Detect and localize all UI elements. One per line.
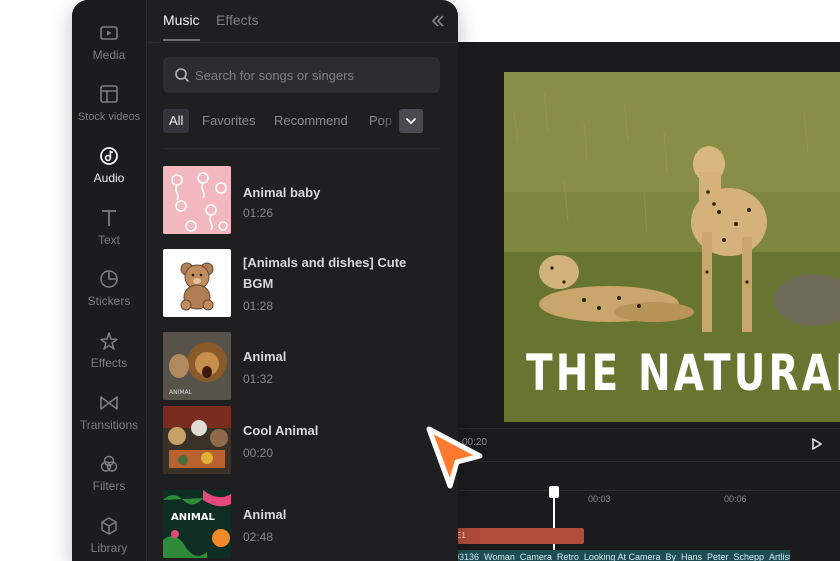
playhead-handle[interactable] (549, 486, 559, 498)
sidebar-item-library[interactable]: Library (72, 515, 146, 561)
video-preview[interactable]: THE NATURAL (504, 72, 840, 422)
song-duration: 01:28 (243, 299, 274, 313)
sidebar-item-transitions[interactable]: Transitions (72, 392, 146, 442)
song-title: Animal (243, 507, 287, 522)
tab-music[interactable]: Music (163, 12, 200, 28)
divider (163, 148, 440, 149)
transitions-icon (100, 396, 118, 410)
divider (147, 42, 458, 43)
video-title-overlay: THE NATURAL (526, 344, 840, 402)
sidebar-item-text[interactable]: Text (72, 207, 146, 257)
stock-videos-icon (100, 85, 118, 103)
teddy-bear-icon (180, 262, 214, 311)
song-title: Animal baby (243, 185, 321, 200)
thumb-text: ANIMAL (171, 512, 216, 523)
library-icon (101, 517, 117, 535)
song-item[interactable]: ANIMAL Animal 01:32 (163, 332, 443, 402)
more-filters-button[interactable] (399, 109, 423, 133)
audio-panel: Media Stock videos Audio Text Stickers E… (72, 0, 458, 561)
music-browser: Music Effects All Favorites Recommend Po… (147, 0, 458, 561)
chevron-down-icon (406, 118, 416, 125)
sidebar-item-stickers[interactable]: Stickers (72, 268, 146, 318)
tab-effects[interactable]: Effects (216, 12, 259, 28)
play-icon[interactable] (810, 437, 824, 451)
song-item[interactable]: Cool Animal 00:20 (163, 406, 443, 476)
sidebar-item-audio[interactable]: Audio (72, 145, 146, 195)
stickers-icon (100, 270, 118, 288)
filter-recommend[interactable]: Recommend (268, 109, 354, 133)
sidebar-item-label: Library (90, 541, 128, 555)
song-title: Animal (243, 349, 287, 364)
audio-icon (100, 147, 118, 165)
search-box[interactable] (163, 57, 440, 93)
ruler-tick: 00:06 (724, 494, 747, 504)
sidebar-item-label: Filters (92, 479, 126, 493)
sidebar-item-media[interactable]: Media (72, 22, 146, 72)
sidebar-item-label: Audio (93, 171, 125, 185)
song-item[interactable]: Animal baby 01:26 (163, 166, 443, 236)
search-icon (175, 68, 189, 82)
sidebar-item-effects[interactable]: Effects (72, 330, 146, 380)
song-duration: 01:26 (243, 206, 274, 220)
jungle-animal-image: ANIMAL (163, 490, 231, 558)
filter-favorites[interactable]: Favorites (196, 109, 261, 133)
video-preview-frame: THE NATURAL (504, 72, 840, 422)
song-thumbnail: ANIMAL (163, 490, 231, 558)
sidebar-item-filters[interactable]: Filters (72, 453, 146, 503)
filter-all[interactable]: All (163, 109, 190, 133)
filter-fade (379, 109, 401, 133)
pointer-cursor-icon (426, 426, 483, 489)
thumb-text: ANIMAL (169, 389, 193, 396)
song-duration: 02:48 (243, 530, 274, 544)
sidebar: Media Stock videos Audio Text Stickers E… (72, 0, 147, 561)
sidebar-item-label: Text (97, 233, 120, 247)
sidebar-item-label: Transitions (79, 418, 139, 432)
effects-icon (100, 332, 118, 350)
sidebar-item-label: Stock videos (77, 111, 141, 123)
ruler-tick: 00:03 (588, 494, 611, 504)
song-thumbnail: ANIMAL (163, 332, 231, 400)
active-tab-indicator (163, 39, 200, 41)
sidebar-item-stock-videos[interactable]: Stock videos (72, 83, 146, 133)
song-item[interactable]: ANIMAL Animal 02:48 (163, 490, 443, 560)
song-item[interactable]: [Animals and dishes] Cute BGM 01:28 (163, 249, 443, 319)
song-title: Cool Animal (243, 423, 319, 438)
filters-icon (100, 455, 118, 472)
song-duration: 00:20 (243, 446, 274, 460)
song-duration: 01:32 (243, 372, 274, 386)
song-thumbnail (163, 406, 231, 474)
search-input[interactable] (195, 57, 435, 93)
animal-band-image (163, 406, 231, 474)
song-title: [Animals and dishes] Cute BGM (243, 255, 407, 291)
monkeys-pattern-icon (171, 172, 228, 232)
song-thumbnail (163, 166, 231, 234)
collapse-panel-icon[interactable] (429, 12, 447, 30)
sidebar-item-label: Effects (90, 356, 128, 370)
video-clip[interactable]: 03136_Woman_Camera_Retro_Looking At Came… (454, 550, 790, 561)
media-icon (100, 26, 118, 40)
song-thumbnail (163, 249, 231, 317)
lion-image: ANIMAL (163, 332, 231, 400)
timeline-ruler (450, 490, 840, 505)
text-icon (102, 210, 116, 226)
sidebar-item-label: Media (92, 48, 126, 62)
sidebar-item-label: Stickers (87, 294, 131, 308)
